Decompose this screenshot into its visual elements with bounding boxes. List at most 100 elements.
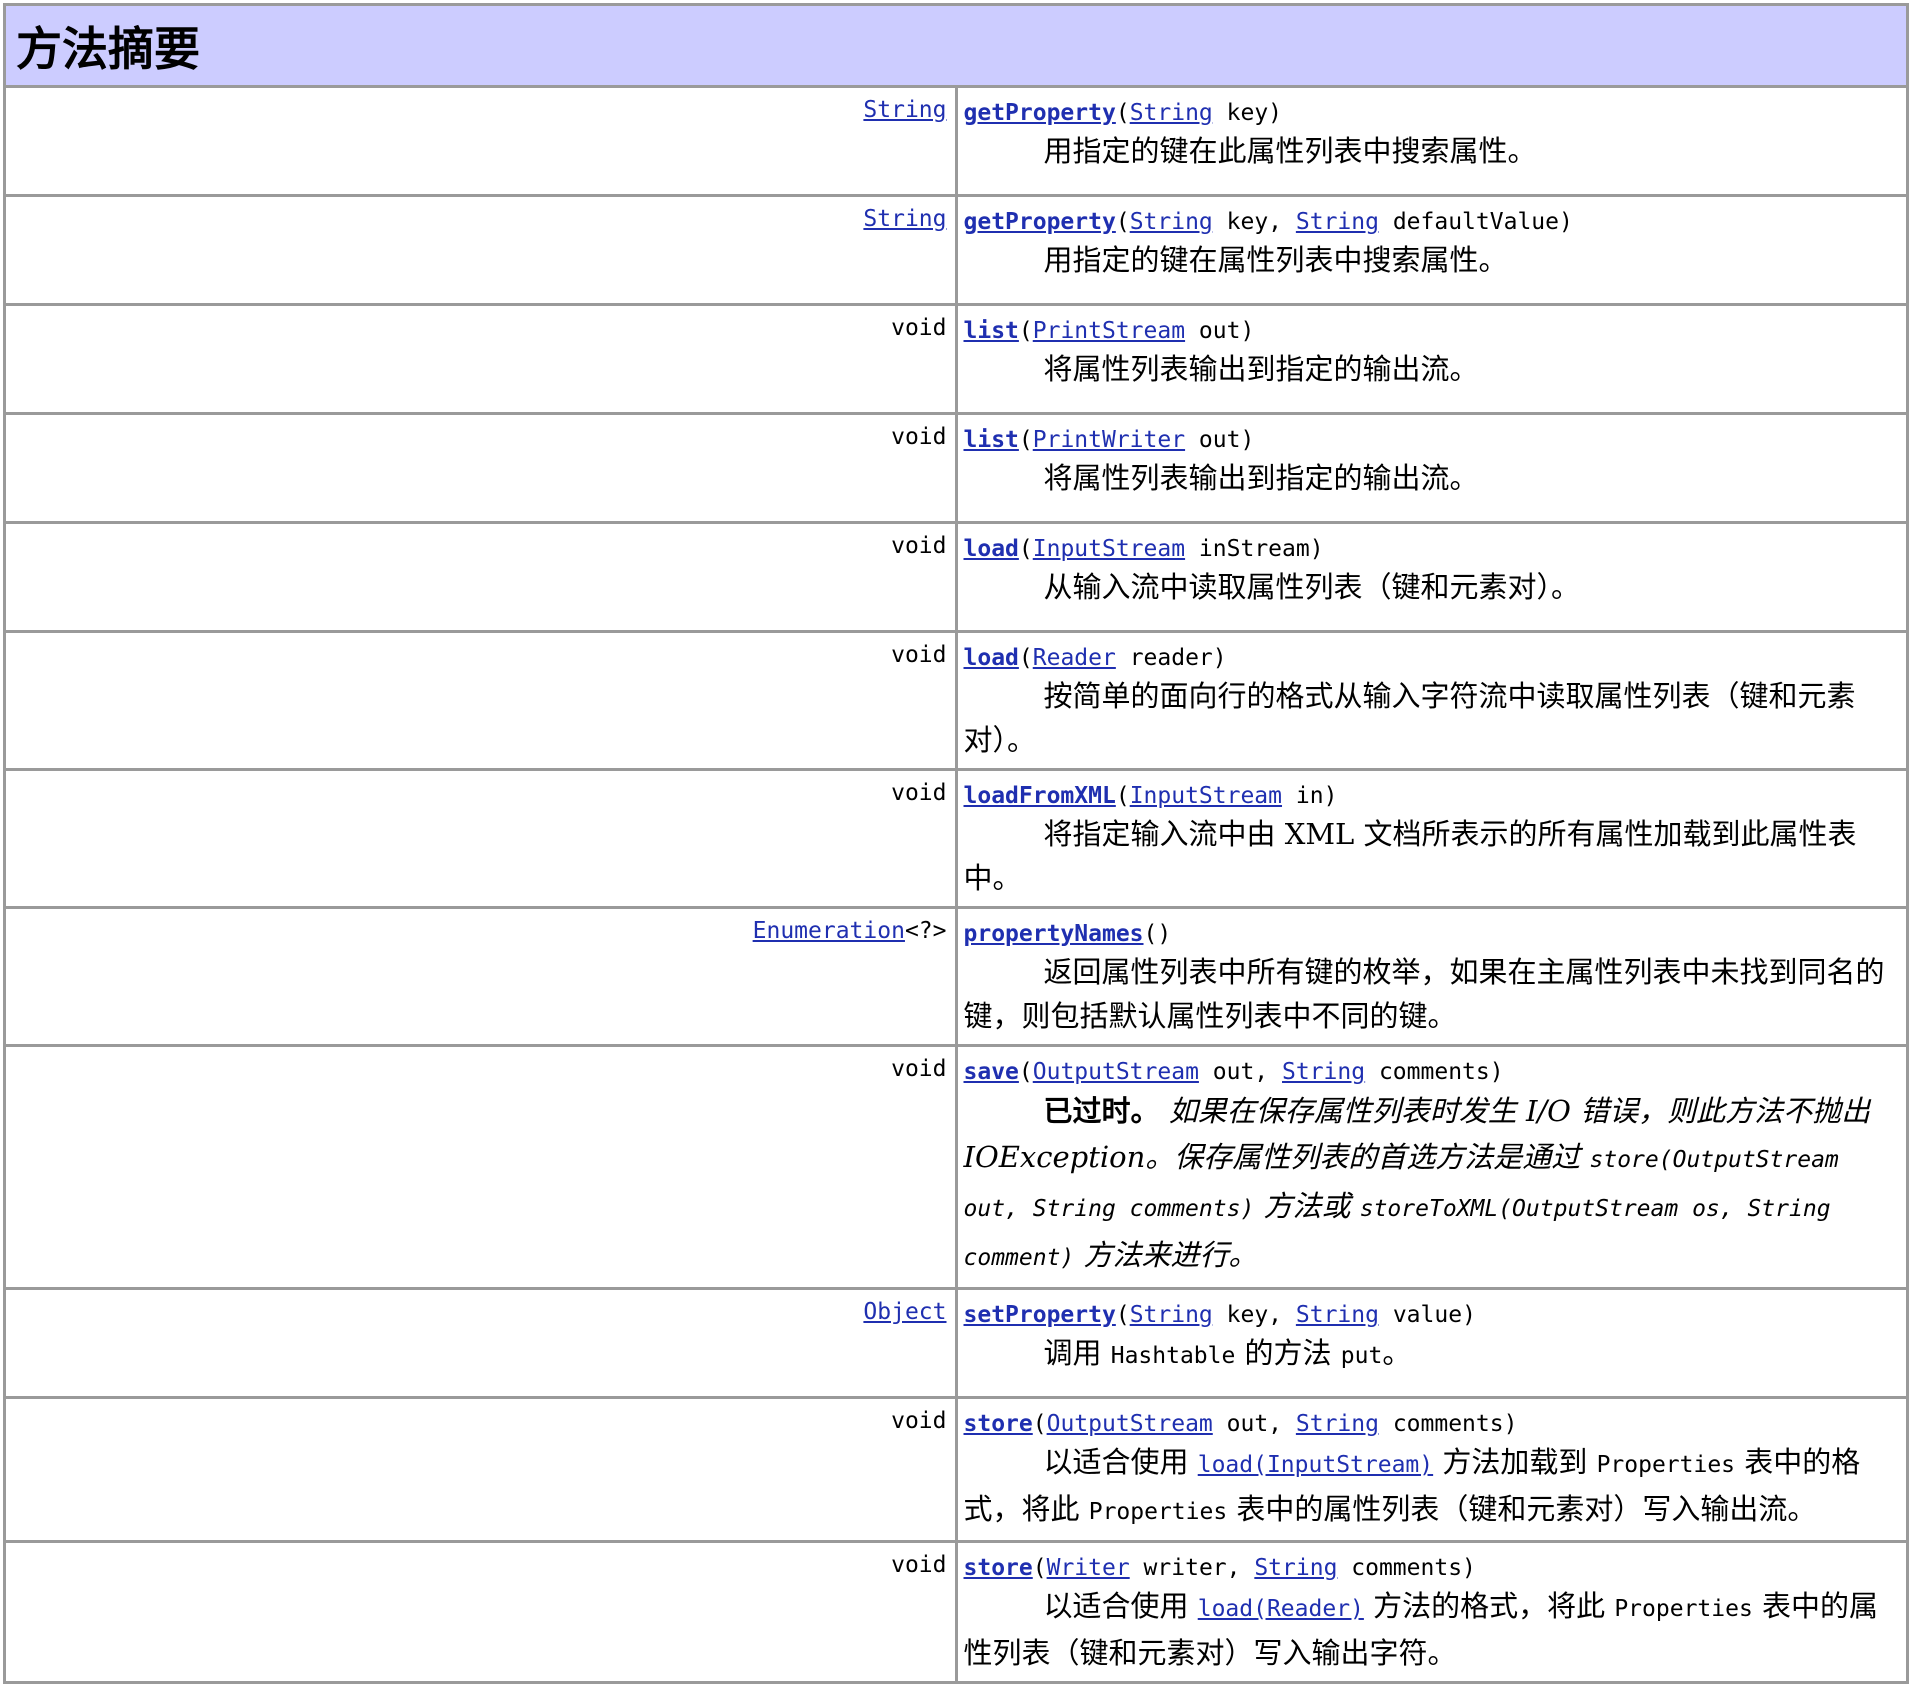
- desc-text: 的方法: [1235, 1336, 1341, 1370]
- return-type-cell: String: [3, 194, 958, 306]
- return-type-generic: <?>: [904, 918, 947, 944]
- method-row: void load(Reader reader) 按简单的面向行的格式从输入字符…: [3, 630, 1909, 771]
- return-type: void: [891, 315, 947, 341]
- method-signature: getProperty(String key, String defaultVa…: [963, 209, 1573, 235]
- inline-code: put: [1340, 1343, 1383, 1369]
- method-name-link[interactable]: getProperty: [964, 100, 1116, 126]
- desc-text: 以适合使用: [1043, 1589, 1198, 1623]
- return-type-link[interactable]: String: [863, 206, 946, 232]
- method-name-link[interactable]: store: [964, 1555, 1033, 1581]
- method-description: 按简单的面向行的格式从输入字符流中读取属性列表（键和元素对）。: [963, 679, 1856, 757]
- param-type-link[interactable]: String: [1296, 1302, 1379, 1328]
- method-signature: getProperty(String key): [963, 100, 1283, 126]
- method-detail-cell: getProperty(String key) 用指定的键在此属性列表中搜索属性…: [954, 85, 1909, 197]
- return-type: void: [891, 1056, 947, 1082]
- method-detail-cell: loadFromXML(InputStream in) 将指定输入流中由 XML…: [954, 768, 1909, 909]
- return-type-cell: void: [3, 1540, 958, 1684]
- method-row: void save(OutputStream out, String comme…: [3, 1044, 1909, 1290]
- method-signature: list(PrintStream out): [963, 318, 1255, 344]
- param-type-link[interactable]: String: [1282, 1059, 1365, 1085]
- method-reference-link[interactable]: load(Reader): [1198, 1596, 1364, 1622]
- param-name: key,: [1212, 1302, 1296, 1328]
- method-detail-cell: store(OutputStream out, String comments)…: [954, 1396, 1909, 1543]
- method-row: void store(OutputStream out, String comm…: [3, 1396, 1909, 1543]
- param-name: in: [1282, 783, 1324, 809]
- method-name-link[interactable]: propertyNames: [964, 921, 1144, 947]
- param-type-link[interactable]: String: [1296, 1411, 1379, 1437]
- return-type-link[interactable]: Object: [863, 1299, 946, 1325]
- param-type-link[interactable]: PrintStream: [1033, 318, 1185, 344]
- method-row: void store(Writer writer, String comment…: [3, 1540, 1909, 1684]
- method-signature: propertyNames(): [963, 921, 1172, 947]
- desc-text: 方法加载到: [1433, 1445, 1597, 1479]
- return-type-cell: String: [3, 85, 958, 197]
- return-type-link[interactable]: String: [863, 97, 946, 123]
- inline-code: Properties: [1614, 1596, 1753, 1622]
- param-name: comments: [1378, 1411, 1504, 1437]
- method-detail-cell: list(PrintWriter out) 将属性列表输出到指定的输出流。: [954, 412, 1909, 524]
- param-type-link[interactable]: PrintWriter: [1033, 427, 1185, 453]
- return-type: void: [891, 780, 947, 806]
- method-description: 以适合使用 load(InputStream) 方法加载到 Properties…: [964, 1440, 1899, 1534]
- method-description: 已过时。 如果在保存属性列表时发生 I/O 错误，则此方法不抛出 IOExcep…: [964, 1088, 1899, 1281]
- method-name-link[interactable]: load: [964, 645, 1019, 671]
- method-detail-cell: load(Reader reader) 按简单的面向行的格式从输入字符流中读取属…: [954, 630, 1909, 771]
- desc-text: 以适合使用: [1043, 1445, 1198, 1479]
- method-name-link[interactable]: save: [964, 1059, 1019, 1085]
- return-type: void: [891, 1408, 947, 1434]
- method-detail-cell: setProperty(String key, String value) 调用…: [954, 1287, 1909, 1399]
- method-signature: loadFromXML(InputStream in): [963, 783, 1338, 809]
- deprecated-text: 方法来进行。: [1074, 1238, 1258, 1272]
- method-name-link[interactable]: list: [964, 427, 1019, 453]
- method-signature: store(Writer writer, String comments): [963, 1555, 1476, 1581]
- desc-text: 。: [1382, 1336, 1412, 1370]
- method-name-link[interactable]: load: [964, 536, 1019, 562]
- method-name-link[interactable]: getProperty: [964, 209, 1116, 235]
- param-type-link[interactable]: InputStream: [1130, 783, 1282, 809]
- param-type-link[interactable]: String: [1254, 1555, 1337, 1581]
- param-type-link[interactable]: InputStream: [1033, 536, 1185, 562]
- method-name-link[interactable]: store: [964, 1411, 1033, 1437]
- return-type: void: [891, 533, 947, 559]
- method-row: void list(PrintStream out) 将属性列表输出到指定的输出…: [3, 303, 1909, 415]
- param-type-link[interactable]: String: [1296, 209, 1379, 235]
- return-type-cell: void: [3, 630, 958, 771]
- inline-code: Hashtable: [1110, 1343, 1236, 1369]
- return-type: void: [891, 424, 947, 450]
- method-signature: list(PrintWriter out): [963, 427, 1255, 453]
- method-name-link[interactable]: loadFromXML: [964, 783, 1116, 809]
- param-name: out: [1185, 318, 1241, 344]
- return-type-cell: void: [3, 412, 958, 524]
- inline-code: Properties: [1088, 1499, 1228, 1525]
- param-name: out,: [1212, 1411, 1296, 1437]
- param-name: defaultValue: [1378, 209, 1559, 235]
- method-signature: save(OutputStream out, String comments): [963, 1059, 1504, 1085]
- param-name: writer,: [1129, 1555, 1255, 1581]
- param-type-link[interactable]: OutputStream: [1047, 1411, 1213, 1437]
- method-description: 用指定的键在属性列表中搜索属性。: [1043, 243, 1508, 277]
- return-type-cell: void: [3, 303, 958, 415]
- method-description: 将指定输入流中由 XML 文档所表示的所有属性加载到此属性表中。: [963, 817, 1857, 895]
- param-type-link[interactable]: Writer: [1047, 1555, 1130, 1581]
- method-detail-cell: getProperty(String key, String defaultVa…: [954, 194, 1909, 306]
- return-type-link[interactable]: Enumeration: [753, 918, 905, 944]
- deprecated-text: 方法或: [1254, 1189, 1360, 1223]
- method-row: Enumeration<?> propertyNames() 返回属性列表中所有…: [3, 906, 1909, 1047]
- param-type-link[interactable]: String: [1130, 1302, 1213, 1328]
- method-reference-link[interactable]: load(InputStream): [1198, 1452, 1433, 1478]
- method-detail-cell: load(InputStream inStream) 从输入流中读取属性列表（键…: [954, 521, 1909, 633]
- return-type-cell: Object: [3, 1287, 958, 1399]
- method-description: 用指定的键在此属性列表中搜索属性。: [1043, 134, 1537, 168]
- return-type-cell: void: [3, 1044, 958, 1290]
- method-name-link[interactable]: list: [964, 318, 1019, 344]
- method-name-link[interactable]: setProperty: [964, 1302, 1116, 1328]
- param-type-link[interactable]: Reader: [1033, 645, 1116, 671]
- param-type-link[interactable]: String: [1130, 209, 1213, 235]
- return-type: void: [891, 642, 947, 668]
- deprecated-label: 已过时。: [1043, 1094, 1160, 1128]
- param-name: key,: [1212, 209, 1296, 235]
- param-type-link[interactable]: OutputStream: [1033, 1059, 1199, 1085]
- param-type-link[interactable]: String: [1130, 100, 1213, 126]
- method-row: void loadFromXML(InputStream in) 将指定输入流中…: [3, 768, 1909, 909]
- desc-text: 方法的格式，将此: [1363, 1589, 1615, 1623]
